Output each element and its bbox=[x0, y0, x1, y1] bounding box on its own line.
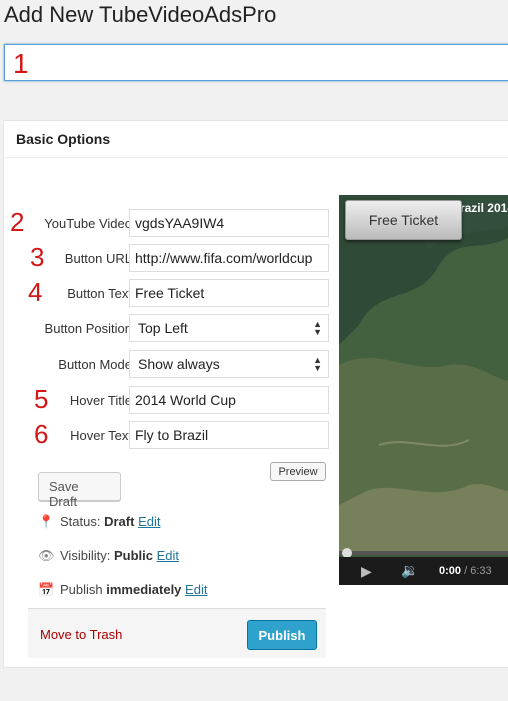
button-position-label: Button Position bbox=[44, 321, 132, 336]
visibility-label: Visibility: bbox=[60, 548, 111, 563]
post-title-input[interactable]: 1 bbox=[4, 44, 508, 81]
time-display: 0:00 / 6:33 bbox=[439, 565, 492, 577]
status-line: 📍 Status: Draft Edit bbox=[38, 514, 160, 530]
calendar-icon: 📅 bbox=[38, 582, 55, 597]
status-edit-link[interactable]: Edit bbox=[138, 514, 160, 529]
box-title: Basic Options bbox=[4, 121, 508, 158]
button-url-input[interactable]: http://www.fifa.com/worldcup bbox=[129, 244, 329, 272]
duration: / 6:33 bbox=[464, 565, 492, 577]
button-position-row: Button Position Top Left ▲ ▼ bbox=[4, 314, 334, 342]
button-position-select[interactable]: Top Left ▲ ▼ bbox=[129, 314, 329, 342]
select-arrows-icon: ▲ ▼ bbox=[313, 355, 322, 373]
button-position-value: Top Left bbox=[138, 320, 188, 336]
eye-icon: 👁 bbox=[38, 548, 55, 563]
hover-text-row: 6 Hover Text Fly to Brazil bbox=[4, 421, 334, 449]
button-text-input[interactable]: Free Ticket bbox=[129, 279, 329, 307]
video-frame bbox=[339, 195, 508, 555]
button-mode-value: Show always bbox=[138, 356, 220, 372]
step-marker: 6 bbox=[34, 419, 49, 449]
youtube-video-label: YouTube Video bbox=[44, 216, 132, 231]
button-text-row: 4 Button Text Free Ticket bbox=[4, 279, 334, 307]
video-preview[interactable]: Brazil 2014 Free Ticket ▶ 🔉 0:00 / 6:33 bbox=[339, 195, 508, 585]
status-label: Status: bbox=[60, 514, 101, 529]
youtube-video-input[interactable]: vgdsYAA9IW4 bbox=[129, 209, 329, 237]
status-value: Draft bbox=[104, 514, 135, 529]
pin-icon: 📍 bbox=[38, 514, 55, 529]
preview-button[interactable]: Preview bbox=[270, 462, 326, 481]
step-marker: 3 bbox=[30, 242, 45, 272]
step-marker: 4 bbox=[28, 277, 43, 307]
page-title: Add New TubeVideoAdsPro bbox=[4, 2, 277, 27]
hover-title-input[interactable]: 2014 World Cup bbox=[129, 386, 329, 414]
button-mode-select[interactable]: Show always ▲ ▼ bbox=[129, 350, 329, 378]
major-publishing-actions: Move to Trash Publish bbox=[28, 608, 326, 658]
button-url-label: Button URL bbox=[64, 251, 132, 266]
hover-text-input[interactable]: Fly to Brazil bbox=[129, 421, 329, 449]
button-mode-label: Button Mode bbox=[58, 357, 132, 372]
select-arrows-icon: ▲ ▼ bbox=[313, 319, 322, 337]
hover-title-label: Hover Title bbox=[69, 393, 132, 408]
step-marker: 1 bbox=[13, 48, 29, 79]
visibility-edit-link[interactable]: Edit bbox=[157, 548, 179, 563]
youtube-video-row: 2 YouTube Video vgdsYAA9IW4 bbox=[4, 209, 334, 237]
hover-title-row: 5 Hover Title 2014 World Cup bbox=[4, 386, 334, 414]
visibility-line: 👁 Visibility: Public Edit bbox=[38, 548, 179, 564]
button-mode-row: Button Mode Show always ▲ ▼ bbox=[4, 350, 334, 378]
progress-bar[interactable] bbox=[339, 551, 508, 555]
publish-value: immediately bbox=[106, 582, 182, 597]
publish-label: Publish bbox=[60, 582, 103, 597]
step-marker: 2 bbox=[10, 207, 25, 237]
button-text-label: Button Text bbox=[67, 286, 132, 301]
free-ticket-overlay-button[interactable]: Free Ticket bbox=[345, 200, 462, 240]
visibility-value: Public bbox=[113, 548, 153, 563]
player-controls: ▶ 🔉 0:00 / 6:33 bbox=[339, 557, 508, 585]
publish-edit-link[interactable]: Edit bbox=[185, 582, 207, 597]
current-time: 0:00 bbox=[439, 565, 462, 577]
publish-line: 📅 Publish immediately Edit bbox=[38, 582, 207, 598]
save-draft-button[interactable]: Save Draft bbox=[38, 472, 121, 509]
hover-text-label: Hover Text bbox=[70, 428, 132, 443]
volume-icon[interactable]: 🔉 bbox=[401, 562, 418, 579]
step-marker: 5 bbox=[34, 384, 49, 414]
publish-button[interactable]: Publish bbox=[247, 620, 317, 650]
move-to-trash-link[interactable]: Move to Trash bbox=[40, 627, 122, 642]
button-url-row: 3 Button URL http://www.fifa.com/worldcu… bbox=[4, 244, 334, 272]
play-icon[interactable]: ▶ bbox=[361, 563, 372, 580]
